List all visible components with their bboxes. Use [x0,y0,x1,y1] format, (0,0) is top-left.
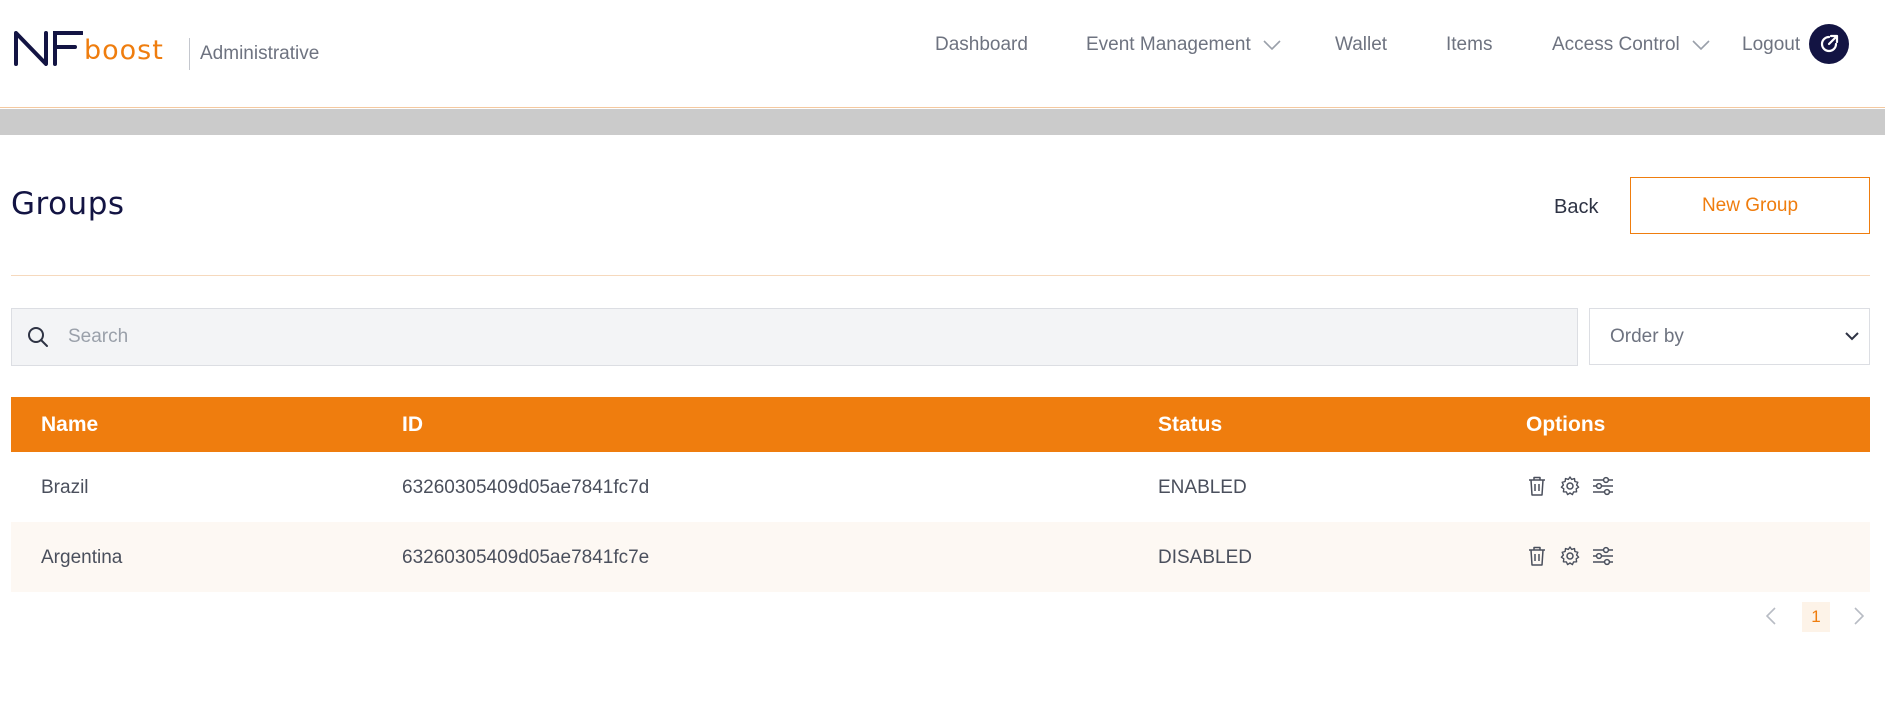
nav-access-control[interactable]: Access Control [1552,31,1710,59]
table-row: Brazil 63260305409d05ae7841fc7d ENABLED [11,452,1870,522]
chevron-down-icon [1692,34,1710,56]
nav-wallet-label: Wallet [1335,34,1388,55]
sliders-icon[interactable] [1591,544,1615,568]
cell-status: DISABLED [1158,547,1252,568]
divider [11,275,1870,276]
cell-name: Argentina [41,547,123,568]
column-header-options: Options [1526,413,1606,436]
nav-dashboard[interactable]: Dashboard [935,31,1028,59]
cell-name: Brazil [41,477,89,498]
row-options [1525,544,1615,568]
order-by-label: Order by [1610,325,1684,347]
search-input[interactable] [66,309,1577,365]
nav-logout[interactable]: Logout [1742,31,1800,59]
trash-icon[interactable] [1525,544,1549,568]
column-header-name: Name [41,413,99,436]
nav-event-management-label: Event Management [1086,34,1251,55]
search-bar [11,308,1578,366]
logout-icon[interactable] [1809,24,1849,64]
nav-wallet[interactable]: Wallet [1335,31,1387,59]
header-strip [0,109,1885,135]
search-icon [26,325,50,349]
logo-suffix: boost [84,35,164,66]
nav-items[interactable]: Items [1446,31,1492,59]
pagination-page[interactable]: 1 [1802,602,1830,632]
gear-icon[interactable] [1558,474,1582,498]
gear-icon[interactable] [1558,544,1582,568]
column-header-status: Status [1158,413,1223,436]
nav-dashboard-label: Dashboard [935,34,1028,55]
logo-divider [189,38,190,70]
nfboost-logo[interactable]: boost [13,30,164,66]
cell-id: 63260305409d05ae7841fc7e [402,547,650,568]
nav-event-management[interactable]: Event Management [1086,31,1281,59]
order-by-select[interactable]: Order by [1589,308,1870,365]
page-title: Groups [11,186,125,222]
cell-id: 63260305409d05ae7841fc7d [402,477,650,498]
nav-access-control-label: Access Control [1552,34,1680,55]
pagination-next[interactable] [1848,604,1870,628]
top-header: boost Administrative Dashboard Event Man… [0,0,1885,108]
chevron-left-icon [1766,607,1776,625]
trash-icon[interactable] [1525,474,1549,498]
chevron-right-icon [1854,607,1864,625]
table-header: Name ID Status Options [11,397,1870,452]
chevron-down-icon [1845,328,1859,346]
nav-items-label: Items [1446,34,1493,55]
cell-status: ENABLED [1158,477,1247,498]
sliders-icon[interactable] [1591,474,1615,498]
column-header-id: ID [402,413,423,436]
new-group-button-label: New Group [1701,194,1799,216]
nf-logo-mark [14,31,83,66]
row-options [1525,474,1615,498]
back-button[interactable]: Back [1554,196,1598,219]
table-row: Argentina 63260305409d05ae7841fc7e DISAB… [11,522,1870,592]
new-group-button[interactable]: New Group [1630,177,1870,234]
section-label: Administrative [200,43,320,64]
chevron-down-icon [1263,34,1281,56]
nav-logout-label: Logout [1742,34,1801,55]
pagination-prev[interactable] [1760,604,1782,628]
groups-table: Name ID Status Options Brazil 6326030540… [11,397,1870,592]
